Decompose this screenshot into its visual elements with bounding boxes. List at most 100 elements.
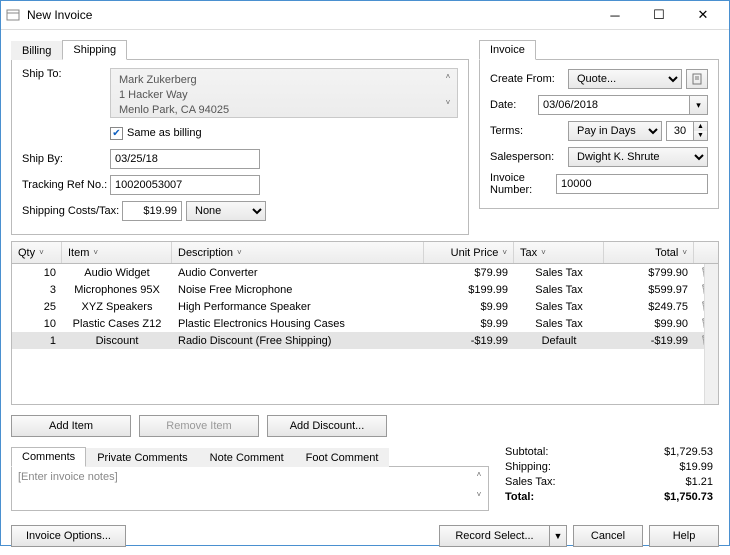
ship-to-label: Ship To: — [22, 68, 110, 80]
create-from-action-button[interactable] — [686, 69, 708, 89]
cell-total: $249.75 — [604, 301, 694, 313]
window-title: New Invoice — [27, 8, 593, 22]
cell-price: $79.99 — [424, 267, 514, 279]
col-desc[interactable]: Description˅ — [172, 242, 424, 263]
cell-total: $99.90 — [604, 318, 694, 330]
table-row[interactable]: 1DiscountRadio Discount (Free Shipping)-… — [12, 332, 718, 349]
tab-invoice[interactable]: Invoice — [479, 40, 536, 60]
tab-note-comment[interactable]: Note Comment — [199, 448, 295, 467]
record-dropdown-icon[interactable]: ▼ — [549, 525, 567, 547]
add-discount-button[interactable]: Add Discount... — [267, 415, 387, 437]
comments-textarea[interactable]: [Enter invoice notes] ˄ ˅ — [11, 467, 489, 511]
cell-price: $199.99 — [424, 284, 514, 296]
col-qty[interactable]: Qty˅ — [12, 242, 62, 263]
salesperson-label: Salesperson: — [490, 151, 568, 163]
tax-total-label: Sales Tax: — [505, 475, 556, 490]
record-button[interactable]: Record Select... — [439, 525, 549, 547]
date-input[interactable] — [538, 95, 690, 115]
tracking-input[interactable] — [110, 175, 260, 195]
salesperson-select[interactable]: Dwight K. Shrute — [568, 147, 708, 167]
addr-up-icon[interactable]: ˄ — [442, 72, 454, 82]
addr-line2: 1 Hacker Way — [119, 88, 449, 103]
col-price[interactable]: Unit Price˅ — [424, 242, 514, 263]
chevron-down-icon: ˅ — [237, 248, 242, 257]
notes-down-icon[interactable]: ˅ — [473, 490, 485, 500]
invoice-number-input[interactable] — [556, 174, 708, 194]
terms-select[interactable]: Pay in Days — [568, 121, 662, 141]
cell-total: $599.97 — [604, 284, 694, 296]
cell-desc: High Performance Speaker — [172, 301, 424, 313]
grand-total-label: Total: — [505, 490, 534, 505]
tab-private-comments[interactable]: Private Comments — [86, 448, 198, 467]
cell-item: Plastic Cases Z12 — [62, 318, 172, 330]
invoice-options-button[interactable]: Invoice Options... — [11, 525, 126, 547]
date-picker-icon[interactable]: ▾ — [690, 95, 708, 115]
ship-cost-input[interactable] — [122, 201, 182, 221]
tab-billing[interactable]: Billing — [11, 41, 62, 60]
table-row[interactable]: 25XYZ SpeakersHigh Performance Speaker$9… — [12, 298, 718, 315]
cell-qty: 3 — [12, 284, 62, 296]
cell-tax: Sales Tax — [514, 318, 604, 330]
chevron-down-icon: ˅ — [502, 248, 507, 257]
terms-down-icon[interactable]: ▼ — [694, 131, 707, 140]
remove-item-button[interactable]: Remove Item — [139, 415, 259, 437]
grand-total-value: $1,750.73 — [664, 490, 713, 505]
app-icon — [5, 7, 21, 23]
cell-total: $799.90 — [604, 267, 694, 279]
create-from-label: Create From: — [490, 73, 568, 85]
chevron-down-icon: ˅ — [682, 248, 687, 257]
tab-foot-comment[interactable]: Foot Comment — [295, 448, 390, 467]
tab-comments[interactable]: Comments — [11, 447, 86, 467]
table-row[interactable]: 3Microphones 95XNoise Free Microphone$19… — [12, 281, 718, 298]
ship-by-label: Ship By: — [22, 153, 110, 165]
cell-item: Discount — [62, 335, 172, 347]
cell-tax: Sales Tax — [514, 301, 604, 313]
chevron-down-icon: ˅ — [39, 248, 44, 257]
cell-tax: Default — [514, 335, 604, 347]
tracking-label: Tracking Ref No.: — [22, 179, 110, 191]
same-as-billing-checkbox[interactable]: ✔ Same as billing — [110, 127, 202, 140]
shipping-total-label: Shipping: — [505, 460, 551, 475]
cell-item: Audio Widget — [62, 267, 172, 279]
add-item-button[interactable]: Add Item — [11, 415, 131, 437]
addr-line1: Mark Zukerberg — [119, 73, 449, 88]
cell-qty: 25 — [12, 301, 62, 313]
grid-scrollbar[interactable] — [704, 264, 718, 404]
cell-desc: Plastic Electronics Housing Cases — [172, 318, 424, 330]
terms-days-input[interactable] — [666, 121, 694, 141]
cell-desc: Noise Free Microphone — [172, 284, 424, 296]
ship-by-input[interactable] — [110, 149, 260, 169]
table-row[interactable]: 10Plastic Cases Z12Plastic Electronics H… — [12, 315, 718, 332]
cell-price: $9.99 — [424, 318, 514, 330]
table-row[interactable]: 10Audio WidgetAudio Converter$79.99Sales… — [12, 264, 718, 281]
notes-up-icon[interactable]: ˄ — [473, 470, 485, 480]
maximize-button[interactable]: ☐ — [637, 1, 681, 29]
terms-label: Terms: — [490, 125, 568, 137]
tab-shipping[interactable]: Shipping — [62, 40, 127, 60]
date-label: Date: — [490, 99, 538, 111]
col-item[interactable]: Item˅ — [62, 242, 172, 263]
close-button[interactable]: ✕ — [681, 1, 725, 29]
create-from-select[interactable]: Quote... — [568, 69, 682, 89]
addr-line3: Menlo Park, CA 94025 — [119, 103, 449, 118]
minimize-button[interactable]: ─ — [593, 1, 637, 29]
col-tax[interactable]: Tax˅ — [514, 242, 604, 263]
cell-item: Microphones 95X — [62, 284, 172, 296]
help-button[interactable]: Help — [649, 525, 719, 547]
terms-up-icon[interactable]: ▲ — [694, 122, 707, 131]
cell-tax: Sales Tax — [514, 284, 604, 296]
cell-desc: Audio Converter — [172, 267, 424, 279]
cell-qty: 10 — [12, 267, 62, 279]
col-total[interactable]: Total˅ — [604, 242, 694, 263]
invoice-number-label: Invoice Number: — [490, 172, 556, 196]
cell-total: -$19.99 — [604, 335, 694, 347]
ship-cost-tax-select[interactable]: None — [186, 201, 266, 221]
subtotal-value: $1,729.53 — [664, 445, 713, 460]
addr-down-icon[interactable]: ˅ — [442, 98, 454, 108]
cancel-button[interactable]: Cancel — [573, 525, 643, 547]
cell-price: $9.99 — [424, 301, 514, 313]
ship-cost-label: Shipping Costs/Tax: — [22, 205, 122, 217]
ship-to-address[interactable]: Mark Zukerberg 1 Hacker Way Menlo Park, … — [110, 68, 458, 118]
chevron-down-icon: ˅ — [541, 248, 546, 257]
cell-qty: 10 — [12, 318, 62, 330]
